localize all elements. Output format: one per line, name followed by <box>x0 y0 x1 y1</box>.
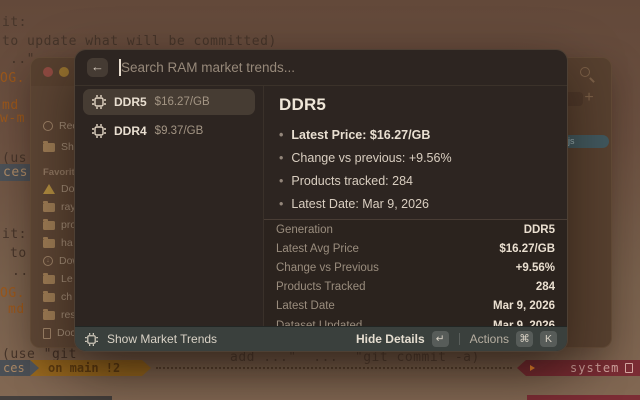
prompt-system-label: system <box>570 361 619 375</box>
metadata-label: Latest Date <box>276 300 335 312</box>
minimize-traffic-light[interactable] <box>59 67 69 77</box>
memory-chip-icon <box>92 124 106 138</box>
metadata-value: Mar 9, 2026 <box>493 300 555 312</box>
bullet-icon: • <box>279 124 283 147</box>
memory-chip-icon <box>92 95 106 109</box>
metadata-value: 284 <box>536 281 555 293</box>
metadata-label: Change vs Previous <box>276 262 379 274</box>
metadata-label: Products Tracked <box>276 281 365 293</box>
metadata-row: Change vs Previous +9.56% <box>264 258 567 277</box>
close-traffic-light[interactable] <box>43 67 53 77</box>
secondary-actions: Hide Details ↵ Actions ⌘ K <box>356 331 557 347</box>
metadata-row: Latest Date Mar 9, 2026 <box>264 297 567 316</box>
bullet-text: Latest Date: Mar 9, 2026 <box>291 193 429 216</box>
folder-icon <box>43 275 55 284</box>
prompt-system-segment: system <box>526 360 640 376</box>
footer-divider <box>459 333 460 345</box>
shared-folder-icon <box>43 143 55 152</box>
bullet-item: • Latest Price: $16.27/GB <box>279 124 553 147</box>
text-caret <box>119 59 121 76</box>
prompt-branch-segment: on main !2 <box>30 360 142 376</box>
metadata-row: Products Tracked 284 <box>264 278 567 297</box>
metadata-value: DDR5 <box>524 224 555 236</box>
powerline-arrow-icon <box>30 360 39 376</box>
detail-title: DDR5 <box>279 95 553 115</box>
metadata-label: Latest Avg Price <box>276 243 359 255</box>
terminal-text: OG. <box>0 70 25 87</box>
launcher-popup: ← DDR5 $16.27/GB DDR4 $9 <box>74 49 568 352</box>
list-item-subtitle: $9.37/GB <box>155 125 204 137</box>
metadata-row: Generation DDR5 <box>264 220 567 239</box>
action-bar: Show Market Trends Hide Details ↵ Action… <box>75 326 567 351</box>
document-icon <box>43 328 51 339</box>
prompt-user-segment: ces <box>0 360 30 376</box>
clock-icon <box>43 121 53 131</box>
terminal-text: it: <box>2 14 27 31</box>
back-button[interactable]: ← <box>87 58 108 77</box>
bullet-text: Change vs previous: +9.56% <box>291 147 451 170</box>
powerline-arrow-icon <box>517 360 526 376</box>
prompt-tick-icon <box>530 365 535 371</box>
actions-button[interactable]: Actions <box>470 332 509 346</box>
terminal-text: it: <box>2 226 27 243</box>
powerline-arrow-icon <box>142 360 151 376</box>
add-tab-icon[interactable]: + <box>581 90 597 106</box>
terminal-text: md <box>8 301 25 318</box>
bullet-text: Products tracked: 284 <box>291 170 413 193</box>
bullet-text: Latest Price: $16.27/GB <box>291 124 430 147</box>
download-icon: ↓ <box>43 256 53 266</box>
folder-icon <box>43 293 55 302</box>
metadata-row: Latest Avg Price $16.27/GB <box>264 239 567 258</box>
gear-icon <box>85 333 98 346</box>
prompt-next-line-sliver <box>0 396 112 400</box>
drive-icon <box>43 184 55 194</box>
bullet-item: • Change vs previous: +9.56% <box>279 147 553 170</box>
return-key-badge: ↵ <box>432 331 449 347</box>
result-list: DDR5 $16.27/GB DDR4 $9.37/GB <box>75 86 263 326</box>
bullet-icon: • <box>279 147 283 170</box>
primary-action-label: Show Market Trends <box>107 332 217 346</box>
missing-glyph-icon <box>625 363 633 373</box>
bullet-item: • Products tracked: 284 <box>279 170 553 193</box>
k-key-badge: K <box>540 331 557 347</box>
terminal-prompt: ces on main !2 system <box>0 360 640 376</box>
search-bar: ← <box>75 50 567 86</box>
search-input[interactable] <box>121 56 555 80</box>
command-key-badge: ⌘ <box>516 331 533 347</box>
search-field-wrap <box>121 56 555 80</box>
bullet-icon: • <box>279 170 283 193</box>
metadata-row: Dataset UpdatedMar 9, 2026 <box>264 316 567 326</box>
screen: it: to update what will be committed) ..… <box>0 0 640 400</box>
primary-action[interactable]: Show Market Trends <box>85 332 356 346</box>
bullet-item: • Latest Date: Mar 9, 2026 <box>279 193 553 216</box>
detail-bullets: • Latest Price: $16.27/GB • Change vs prev… <box>279 124 553 216</box>
metadata-value: $16.27/GB <box>499 243 555 255</box>
prompt-fill-line <box>156 367 512 369</box>
list-item-title: DDR4 <box>114 124 147 138</box>
list-item-subtitle: $16.27/GB <box>155 96 210 108</box>
metadata-label: Generation <box>276 224 333 236</box>
terminal-text: to update what will be committed) <box>2 33 277 50</box>
list-item-title: DDR5 <box>114 95 147 109</box>
terminal-text: to <box>10 245 27 262</box>
terminal-text: OG. <box>0 285 25 302</box>
folder-icon <box>43 239 55 248</box>
terminal-text: w-m <box>0 110 25 127</box>
list-item-ddr5[interactable]: DDR5 $16.27/GB <box>83 89 255 115</box>
terminal-selected-text: ces <box>0 164 31 181</box>
search-icon[interactable] <box>579 66 595 82</box>
metadata-panel: Generation DDR5 Latest Avg Price $16.27/GB… <box>264 219 567 326</box>
metadata-value: +9.56% <box>516 262 555 274</box>
folder-icon <box>43 203 55 212</box>
bullet-icon: • <box>279 193 283 216</box>
folder-icon <box>43 221 55 230</box>
hide-details-button[interactable]: Hide Details <box>356 332 425 346</box>
folder-icon <box>43 311 55 320</box>
prompt-next-line-sliver <box>527 395 640 400</box>
selected-file-badge[interactable]: js <box>563 135 609 148</box>
list-item-ddr4[interactable]: DDR4 $9.37/GB <box>83 118 255 144</box>
